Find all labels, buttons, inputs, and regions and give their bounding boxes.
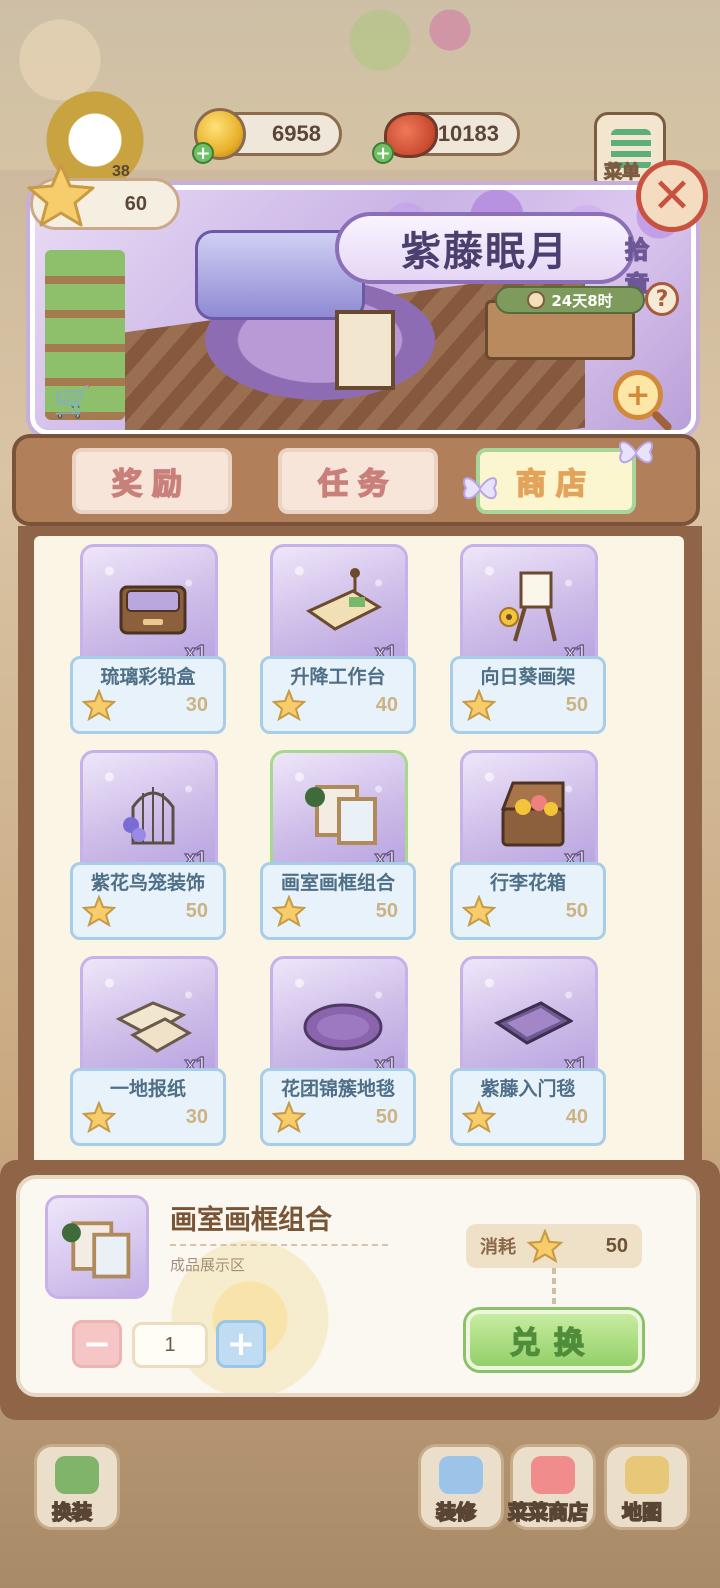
shop-item-card[interactable]: x1 紫藤入门毯 40 — [450, 956, 606, 1146]
sunflower-easel-icon — [499, 571, 557, 642]
star-icon — [526, 1229, 564, 1263]
item-price: 50 — [565, 900, 588, 922]
item-name: 紫花鸟笼装饰 — [90, 872, 205, 894]
workbench-icon — [305, 568, 383, 631]
nav-map-label: 地图 — [621, 1499, 663, 1525]
flower-rug-icon — [303, 1003, 383, 1051]
birdcage-icon — [123, 787, 175, 845]
quantity-input[interactable] — [132, 1322, 208, 1368]
shopping-cart-icon[interactable]: 🛒 — [53, 382, 93, 420]
selected-item-title: 画室画框组合 — [170, 1205, 332, 1236]
nav-store-label: 菜菜商店 — [507, 1499, 589, 1525]
item-price: 50 — [565, 694, 588, 716]
item-name: 向日葵画架 — [480, 666, 576, 688]
event-timer: 24天8时 — [495, 286, 645, 314]
butterfly-icon — [462, 477, 498, 500]
store-icon — [531, 1456, 575, 1494]
shop-item-card[interactable]: x1 琉璃彩铅盒 30 — [70, 544, 226, 734]
shop-item-card-selected[interactable]: x1 画室画框组合 50 — [260, 750, 416, 940]
star-icon — [82, 689, 116, 721]
increase-quantity-button[interactable]: + — [216, 1320, 266, 1368]
decorate-icon — [439, 1456, 483, 1494]
add-coins-button[interactable]: + — [192, 142, 214, 164]
item-price: 50 — [185, 900, 208, 922]
item-price: 40 — [565, 1106, 588, 1128]
wardrobe-icon — [55, 1456, 99, 1494]
divider — [170, 1244, 388, 1246]
tab-rewards[interactable]: 奖励 — [72, 448, 232, 514]
door-mat-icon — [493, 1001, 573, 1045]
menu-label: 菜单 — [604, 162, 641, 184]
item-thumbnail: x1 — [80, 544, 218, 670]
flower-trunk-icon — [500, 781, 565, 847]
star-icon — [272, 895, 306, 927]
selected-item-category: 成品展示区 — [170, 1256, 246, 1274]
help-button[interactable]: ? — [645, 282, 679, 316]
item-thumbnail: x1 — [460, 544, 598, 670]
decrease-quantity-button[interactable]: − — [72, 1320, 122, 1368]
shop-item-card[interactable]: x1 行李花箱 50 — [450, 750, 606, 940]
item-name: 升降工作台 — [290, 666, 386, 688]
item-price: 40 — [375, 694, 398, 716]
picture-frames-icon — [61, 1221, 131, 1279]
star-icon — [272, 1101, 306, 1133]
zoom-in-button[interactable]: + — [613, 370, 663, 420]
star-icon — [82, 895, 116, 927]
star-icon — [272, 689, 306, 721]
item-name: 花团锦簇地毯 — [280, 1078, 395, 1100]
event-timer-text: 24天8时 — [551, 291, 613, 310]
item-price: 50 — [375, 900, 398, 922]
map-icon — [625, 1456, 669, 1494]
item-price: 50 — [375, 1106, 398, 1128]
cost-label: 消耗 — [480, 1237, 516, 1258]
nav-decorate-label: 装修 — [435, 1499, 477, 1525]
item-name: 紫藤入门毯 — [480, 1078, 576, 1100]
newspapers-icon — [115, 1001, 193, 1053]
star-icon — [462, 1101, 496, 1133]
cost-display: 消耗 50 — [466, 1224, 642, 1268]
shop-item-card[interactable]: x1 一地报纸 30 — [70, 956, 226, 1146]
item-price: 30 — [185, 1106, 208, 1128]
tab-shop[interactable]: 商店 — [476, 448, 636, 514]
event-star-count: 60 — [124, 192, 147, 215]
selected-item-thumbnail — [45, 1195, 149, 1299]
nav-wardrobe-label: 换装 — [51, 1499, 93, 1525]
item-thumbnail: x1 — [80, 750, 218, 876]
shop-item-card[interactable]: x1 向日葵画架 50 — [450, 544, 606, 734]
item-name: 一地报纸 — [109, 1078, 186, 1100]
close-button[interactable]: ✕ — [636, 160, 708, 232]
tab-tasks[interactable]: 任务 — [278, 448, 438, 514]
event-title: 紫藤眠月 — [335, 212, 635, 284]
item-name: 画室画框组合 — [280, 872, 395, 894]
star-icon — [462, 689, 496, 721]
butterfly-icon — [618, 441, 654, 464]
cost-value: 50 — [605, 1234, 628, 1257]
item-thumbnail: x1 — [80, 956, 218, 1082]
star-currency-icon — [27, 163, 95, 227]
item-thumbnail: x1 — [270, 750, 408, 876]
item-thumbnail: x1 — [460, 750, 598, 876]
coin-amount: 6958 — [272, 121, 321, 146]
star-icon — [462, 895, 496, 927]
item-thumbnail: x1 — [270, 956, 408, 1082]
pencil-box-icon — [119, 585, 187, 635]
shop-item-card[interactable]: x1 花团锦簇地毯 50 — [260, 956, 416, 1146]
redeem-button[interactable]: 兑换 — [466, 1310, 642, 1370]
add-food-button[interactable]: + — [372, 142, 394, 164]
item-name: 琉璃彩铅盒 — [100, 666, 196, 688]
star-icon — [82, 1101, 116, 1133]
dotted-connector — [552, 1268, 556, 1310]
easel-art — [335, 310, 395, 390]
shop-item-card[interactable]: x1 紫花鸟笼装饰 50 — [70, 750, 226, 940]
item-thumbnail: x1 — [460, 956, 598, 1082]
item-thumbnail: x1 — [270, 544, 408, 670]
shop-item-card[interactable]: x1 升降工作台 40 — [260, 544, 416, 734]
clock-icon — [527, 291, 546, 309]
food-amount: 10183 — [437, 121, 499, 146]
picture-frames-icon — [305, 785, 377, 845]
item-price: 30 — [185, 694, 208, 716]
item-name: 行李花箱 — [489, 872, 566, 894]
